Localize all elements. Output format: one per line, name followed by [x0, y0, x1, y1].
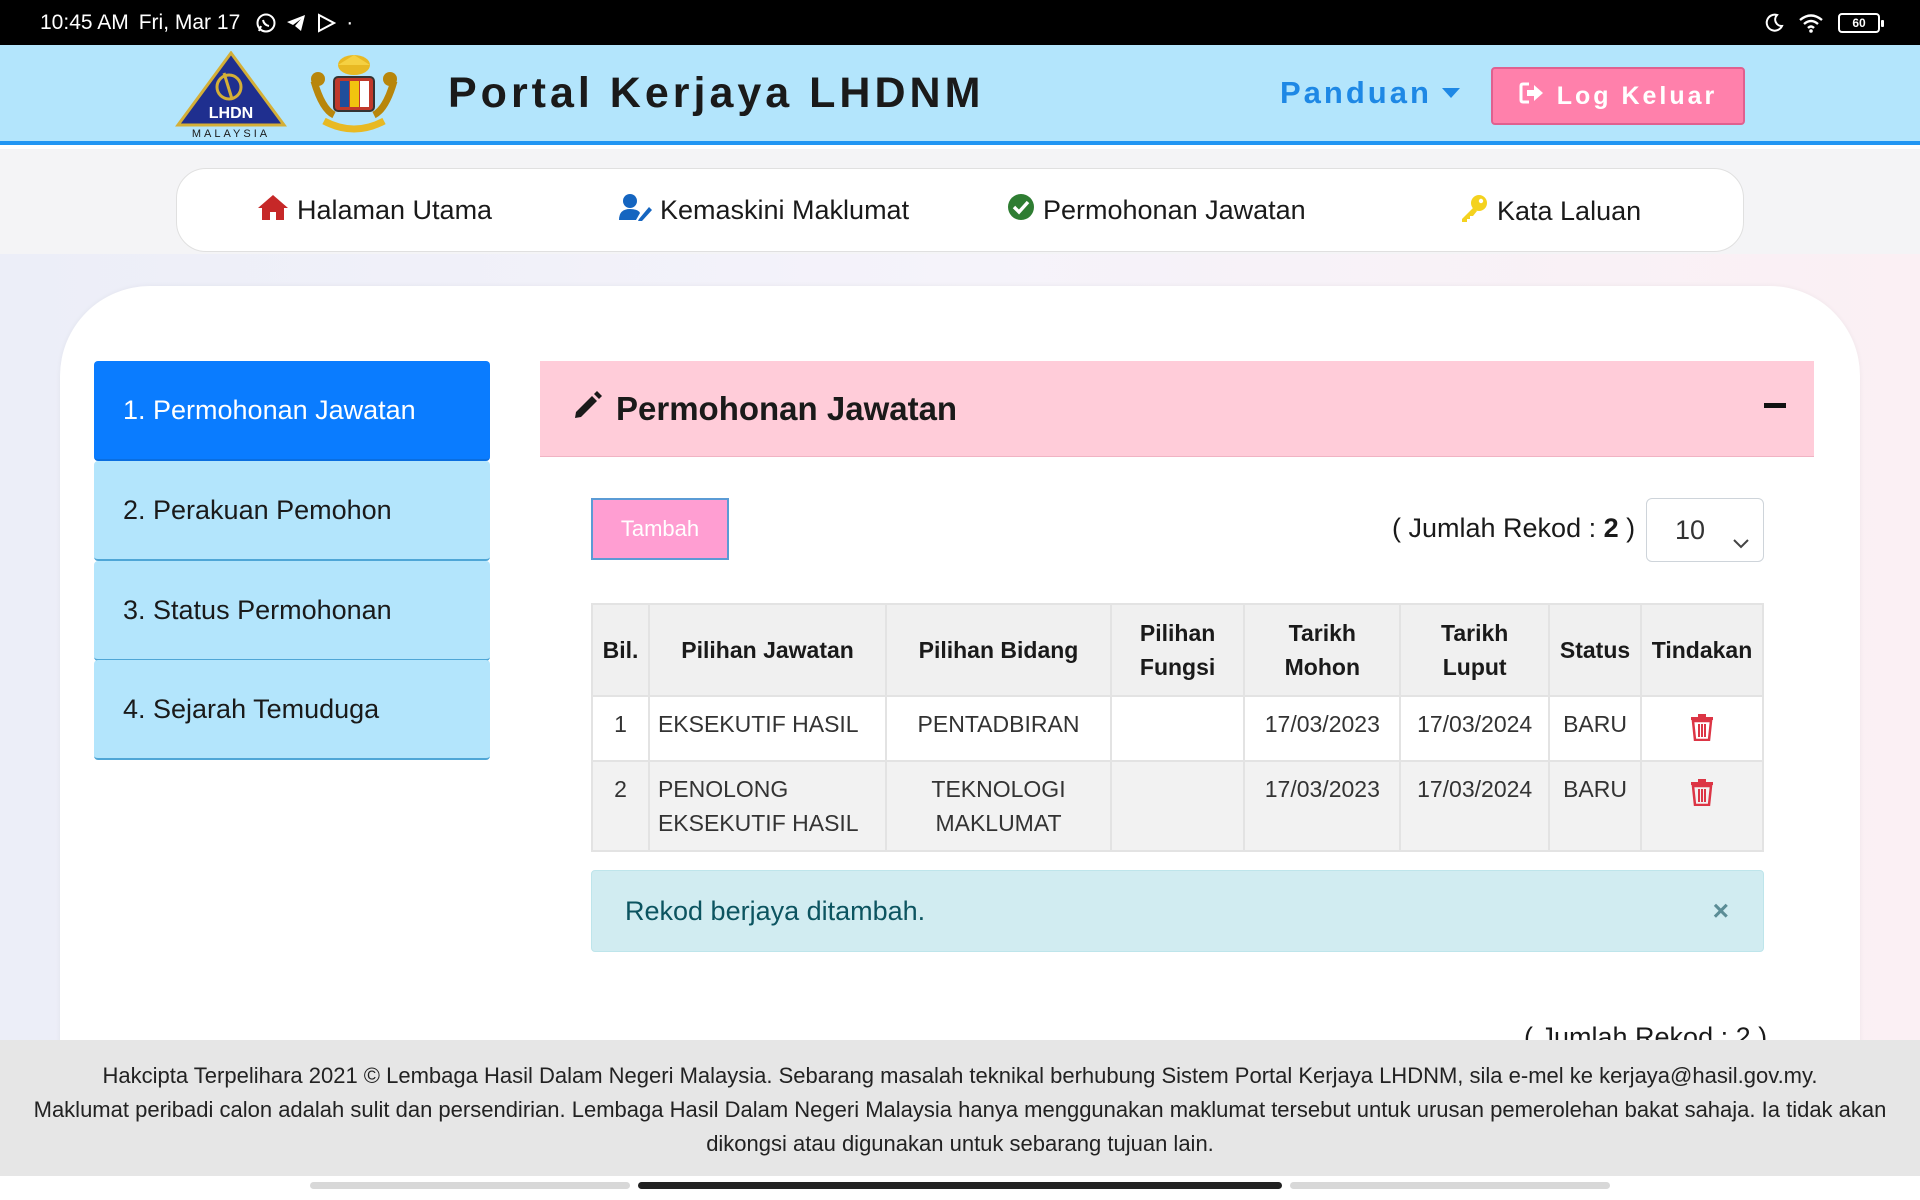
whatsapp-icon: [256, 13, 276, 33]
logout-button[interactable]: Log Keluar: [1491, 67, 1745, 125]
trash-icon[interactable]: [1690, 778, 1714, 815]
table-row: 2 PENOLONG EKSEKUTIF HASIL TEKNOLOGI MAK…: [591, 760, 1764, 852]
user-edit-icon: [618, 193, 652, 228]
nav-item-password[interactable]: Kata Laluan: [1459, 193, 1641, 230]
site-header: LHDN MALAYSIA Portal Kerjaya LHDNM Pandu…: [0, 45, 1920, 145]
telegram-icon: [286, 13, 306, 33]
nav-item-label: Halaman Utama: [297, 195, 493, 225]
check-circle-icon: [1007, 193, 1035, 228]
collapse-icon[interactable]: [1764, 403, 1786, 408]
sidebar-item-label: 3. Status Permohonan: [123, 594, 392, 625]
cell-apply-date: 17/03/2023: [1243, 695, 1402, 762]
play-store-icon: [316, 12, 337, 33]
add-button-label: Tambah: [620, 516, 700, 541]
table-row: 1 EKSEKUTIF HASIL PENTADBIRAN 17/03/2023…: [591, 695, 1764, 762]
gesture-bar-left: [310, 1182, 630, 1189]
gesture-bar-center[interactable]: [638, 1182, 1282, 1189]
sign-out-icon: [1519, 81, 1545, 112]
pencil-icon: [572, 390, 602, 428]
cell-status: BARU: [1548, 760, 1642, 852]
sidebar-item-label: 1. Permohonan Jawatan: [123, 394, 416, 425]
sidebar-item-interview-history[interactable]: 4. Sejarah Temuduga: [94, 660, 490, 760]
lhdn-logo-text: LHDN: [209, 105, 253, 122]
nav-item-home[interactable]: Halaman Utama: [257, 193, 492, 228]
col-header-apply-date[interactable]: Tarikh Mohon: [1243, 603, 1402, 697]
panel-title: Permohonan Jawatan: [616, 389, 958, 427]
status-bar: 10:45 AM Fri, Mar 17 · 60: [0, 0, 1920, 45]
coat-of-arms-logo: [304, 51, 404, 139]
status-time: 10:45 AM: [40, 10, 129, 34]
caret-down-icon: [1441, 88, 1460, 98]
nav-item-job-application[interactable]: Permohonan Jawatan: [1007, 193, 1306, 228]
cell-status: BARU: [1548, 695, 1642, 762]
status-dot: ·: [346, 10, 354, 34]
lhdn-logo-subtext: MALAYSIA: [192, 128, 270, 139]
main-nav: Halaman Utama Kemaskini Maklumat Permoho…: [176, 168, 1744, 252]
record-count-value: 2: [1603, 513, 1619, 543]
cell-field: PENTADBIRAN: [885, 695, 1112, 762]
col-header-field[interactable]: Pilihan Bidang: [885, 603, 1112, 697]
record-count-suffix: ): [1618, 513, 1636, 543]
cell-bil: 1: [591, 695, 650, 762]
col-header-function[interactable]: Pilihan Fungsi: [1109, 603, 1246, 697]
applications-table: Bil. Pilihan Jawatan Pilihan Bidang Pili…: [591, 603, 1764, 852]
col-header-status[interactable]: Status: [1548, 603, 1642, 697]
cell-expiry-date: 17/03/2024: [1399, 760, 1551, 852]
moon-icon: [1764, 13, 1784, 33]
col-header-position[interactable]: Pilihan Jawatan: [647, 603, 888, 697]
record-count-prefix: ( Jumlah Rekod :: [1392, 513, 1604, 543]
battery-icon: 60: [1838, 12, 1884, 33]
col-header-action[interactable]: Tindakan: [1640, 603, 1764, 697]
wifi-icon: [1798, 13, 1824, 33]
nav-item-label: Kata Laluan: [1497, 196, 1642, 226]
battery-level: 60: [1852, 15, 1866, 30]
cell-function: [1109, 695, 1246, 762]
cell-action: [1640, 695, 1764, 762]
nav-item-label: Kemaskini Maklumat: [660, 195, 910, 225]
sidebar-item-declaration[interactable]: 2. Perakuan Pemohon: [94, 461, 490, 561]
sidebar-item-job-application[interactable]: 1. Permohonan Jawatan: [94, 361, 490, 461]
key-icon: [1459, 193, 1489, 230]
cell-position: EKSEKUTIF HASIL: [647, 695, 888, 762]
trash-icon[interactable]: [1690, 713, 1714, 750]
cell-field: TEKNOLOGI MAKLUMAT: [885, 760, 1112, 852]
cell-bil: 2: [591, 760, 650, 852]
footer-copyright: Hakcipta Terpelihara 2021 © Lembaga Hasi…: [102, 1063, 1818, 1088]
gesture-bar-right: [1290, 1182, 1610, 1189]
nav-item-label: Permohonan Jawatan: [1043, 195, 1306, 225]
close-icon[interactable]: ×: [1713, 895, 1729, 927]
guide-dropdown-label: Panduan: [1280, 75, 1432, 110]
col-header-expiry-date[interactable]: Tarikh Luput: [1399, 603, 1551, 697]
cell-apply-date: 17/03/2023: [1243, 760, 1402, 852]
logout-label: Log Keluar: [1556, 81, 1718, 110]
sidebar-item-label: 4. Sejarah Temuduga: [123, 693, 380, 724]
lhdn-logo: LHDN MALAYSIA: [172, 50, 290, 140]
site-title: Portal Kerjaya LHDNM: [448, 69, 985, 117]
cell-expiry-date: 17/03/2024: [1399, 695, 1551, 762]
page-size-select[interactable]: 10: [1646, 498, 1764, 562]
page-size-value: 10: [1675, 514, 1706, 545]
panel-header: Permohonan Jawatan: [540, 361, 1814, 457]
record-count: ( Jumlah Rekod : 2 ): [1392, 513, 1635, 544]
chevron-down-icon: [1733, 525, 1749, 556]
add-button[interactable]: Tambah: [591, 498, 729, 560]
home-icon: [257, 193, 289, 228]
success-alert: Rekod berjaya ditambah. ×: [591, 870, 1764, 952]
alert-message: Rekod berjaya ditambah.: [625, 895, 926, 926]
col-header-bil[interactable]: Bil.: [591, 603, 650, 697]
nav-item-update-profile[interactable]: Kemaskini Maklumat: [618, 193, 909, 228]
cell-position: PENOLONG EKSEKUTIF HASIL: [647, 760, 888, 852]
footer: Hakcipta Terpelihara 2021 © Lembaga Hasi…: [0, 1040, 1920, 1176]
sidebar-item-label: 2. Perakuan Pemohon: [123, 494, 392, 525]
cell-action: [1640, 760, 1764, 852]
sidebar-item-application-status[interactable]: 3. Status Permohonan: [94, 561, 490, 661]
status-date: Fri, Mar 17: [138, 10, 241, 34]
footer-privacy-notice: Maklumat peribadi calon adalah sulit dan…: [33, 1097, 1887, 1156]
table-header-row: Bil. Pilihan Jawatan Pilihan Bidang Pili…: [591, 603, 1764, 697]
guide-dropdown[interactable]: Panduan: [1280, 75, 1460, 111]
cell-function: [1109, 760, 1246, 852]
